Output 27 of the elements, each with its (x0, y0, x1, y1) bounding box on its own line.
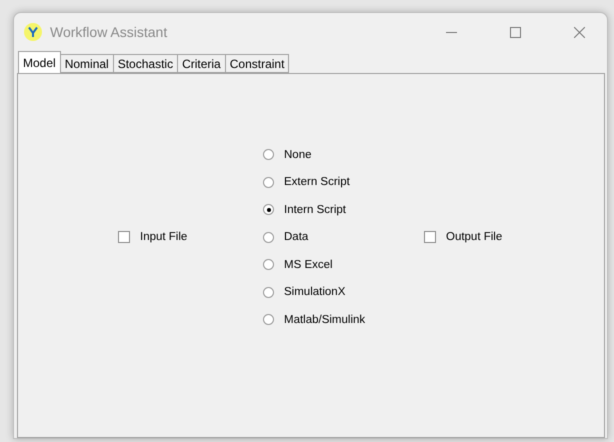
radio-button[interactable] (263, 314, 274, 326)
radio-label: Extern Script (284, 176, 350, 188)
app-logo-icon (24, 23, 42, 41)
radio-button[interactable] (263, 176, 274, 188)
window-title: Workflow Assistant (50, 24, 168, 40)
radio-button[interactable] (263, 204, 274, 216)
close-icon (574, 26, 584, 38)
checkbox-label: Input File (140, 231, 188, 244)
checkbox[interactable] (118, 231, 130, 244)
checkbox-label: Output File (446, 231, 502, 244)
radio-button[interactable] (263, 149, 274, 160)
tab[interactable]: Stochastic (112, 54, 178, 73)
tab[interactable]: Nominal (60, 54, 114, 73)
radio-label: MS Excel (284, 258, 333, 271)
tab[interactable]: Model (18, 51, 61, 73)
maximize-icon (510, 26, 520, 38)
tab[interactable]: Constraint (224, 54, 290, 73)
radio-label: Data (284, 231, 308, 244)
radio-button[interactable] (263, 232, 274, 243)
radio-label: Intern Script (284, 204, 346, 216)
radio-button[interactable] (263, 259, 274, 270)
radio-label: None (284, 148, 312, 161)
checkbox[interactable] (424, 231, 436, 244)
tab[interactable]: Criteria (177, 54, 226, 73)
radio-button[interactable] (263, 286, 274, 298)
radio-label: Matlab/Simulink (284, 314, 366, 326)
radio-label: SimulationX (284, 286, 346, 298)
